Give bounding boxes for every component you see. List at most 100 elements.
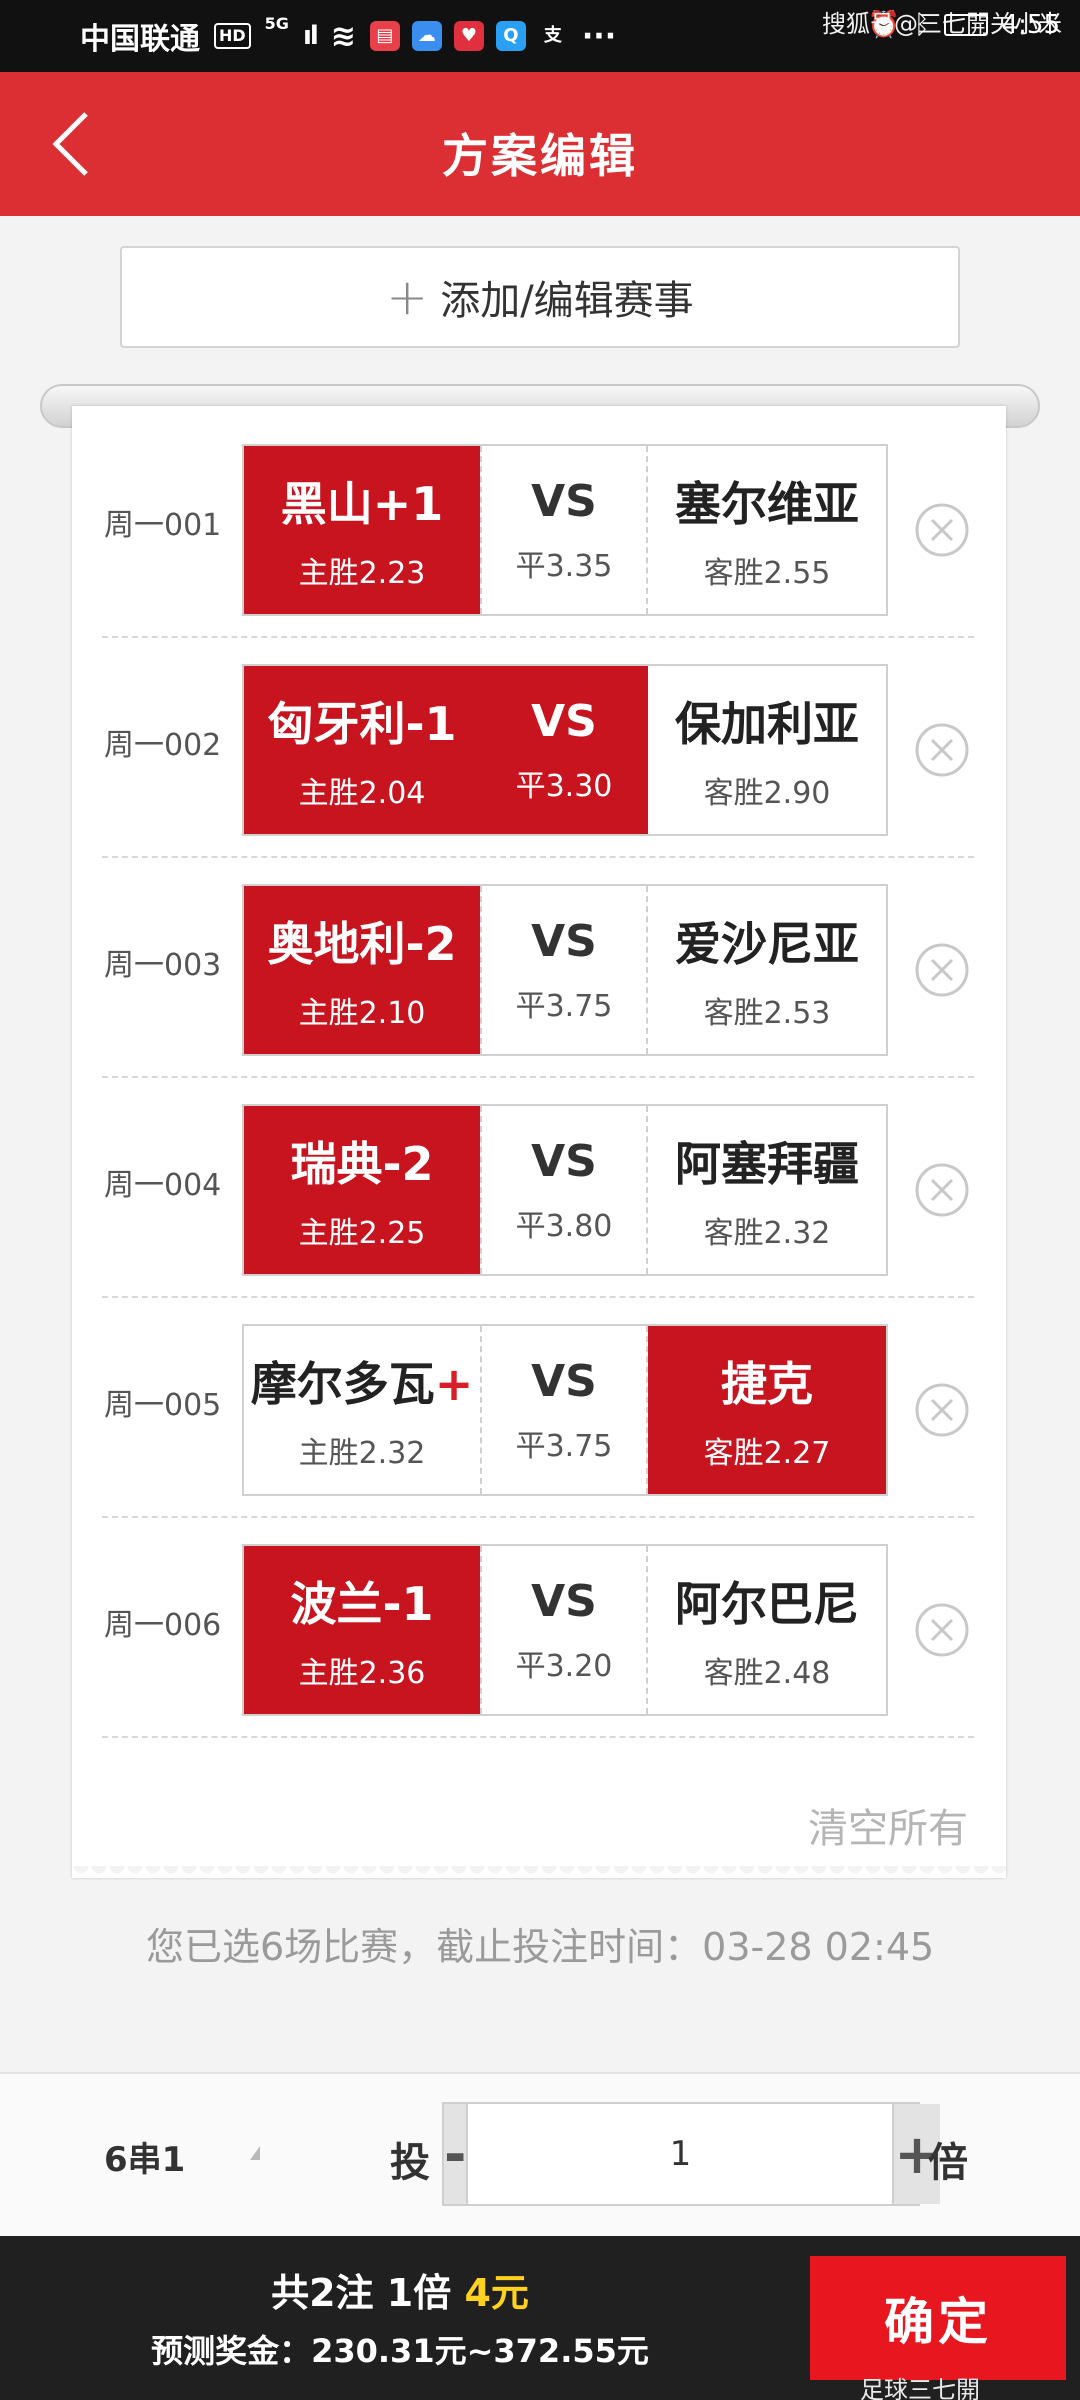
- away-odds: 客胜2.27: [703, 1436, 831, 1471]
- handicap: +: [434, 1357, 474, 1411]
- match-row: 周一006 波兰-1 主胜2.36 VS 平3.20 阿尔巴尼 客胜2.48: [102, 1518, 974, 1738]
- plus-icon: +: [386, 268, 429, 326]
- away-odds: 客胜2.48: [703, 1656, 831, 1691]
- home-win-option[interactable]: 奥地利-2 主胜2.10: [244, 886, 480, 1054]
- home-win-option[interactable]: 瑞典-2 主胜2.25: [244, 1106, 480, 1274]
- cloud-app-icon: ☁: [411, 21, 442, 51]
- vs-label: VS: [531, 1135, 597, 1187]
- draw-option[interactable]: VS 平3.35: [480, 446, 648, 614]
- remove-match-icon[interactable]: [914, 722, 970, 778]
- away-odds: 客胜2.90: [703, 776, 831, 811]
- home-odds: 主胜2.10: [298, 996, 426, 1031]
- carrier-label: 中国联通: [80, 22, 200, 57]
- remove-match-icon[interactable]: [914, 1382, 970, 1438]
- match-number: 周一005: [104, 1388, 222, 1423]
- match-row: 周一003 奥地利-2 主胜2.10 VS 平3.75 爱沙尼亚 客胜2.53: [102, 858, 974, 1078]
- match-row: 周一004 瑞典-2 主胜2.25 VS 平3.80 阿塞拜疆 客胜2.32: [102, 1078, 974, 1298]
- vs-label: VS: [531, 1355, 597, 1407]
- home-team-name: 波兰: [290, 1577, 383, 1631]
- remove-match-icon[interactable]: [914, 502, 970, 558]
- home-team: 摩尔多瓦+: [251, 1348, 474, 1414]
- handicap: -2: [382, 1137, 434, 1191]
- away-team: 爱沙尼亚: [675, 917, 859, 971]
- match-number: 周一002: [104, 728, 222, 763]
- away-win-option[interactable]: 阿塞拜疆客胜2.32: [648, 1106, 886, 1274]
- away-odds: 客胜2.55: [703, 556, 831, 591]
- pass-type-select[interactable]: 6串1: [104, 2132, 185, 2181]
- remove-match-icon[interactable]: [914, 942, 970, 998]
- home-win-option[interactable]: 匈牙利-1 主胜2.04: [244, 666, 480, 834]
- home-team-name: 黑山: [280, 477, 373, 531]
- match-number: 周一006: [104, 1608, 222, 1643]
- handicap: -2: [405, 917, 457, 971]
- home-team: 匈牙利-1: [267, 688, 456, 754]
- add-edit-match-button[interactable]: + 添加/编辑赛事: [120, 246, 960, 348]
- draw-option[interactable]: VS 平3.20: [480, 1546, 648, 1714]
- caret-icon[interactable]: [250, 2146, 260, 2160]
- bet-summary: 共2注 1倍 4元: [0, 2262, 800, 2317]
- away-team: 捷克: [721, 1357, 813, 1411]
- away-win-option[interactable]: 爱沙尼亚客胜2.53: [648, 886, 886, 1054]
- home-win-option[interactable]: 黑山+1 主胜2.23: [244, 446, 480, 614]
- odds-box: 摩尔多瓦+ 主胜2.32 VS 平3.75 捷克 客胜2.27: [242, 1324, 888, 1496]
- draw-odds: 平3.20: [515, 1648, 613, 1684]
- heart-app-icon: ♥: [453, 21, 484, 51]
- prize-estimate: 预测奖金：230.31元~372.55元: [151, 2332, 649, 2370]
- away-win-option[interactable]: 捷克客胜2.27: [648, 1326, 886, 1494]
- multiplier-input[interactable]: [466, 2104, 895, 2204]
- home-team-name: 摩尔多瓦: [250, 1357, 435, 1411]
- away-win-option[interactable]: 保加利亚客胜2.90: [648, 666, 886, 834]
- hd-badge: HD: [214, 23, 251, 49]
- minus-button[interactable]: -: [444, 2104, 467, 2204]
- away-odds: 客胜2.53: [703, 996, 831, 1031]
- home-odds: 主胜2.25: [298, 1216, 426, 1251]
- draw-odds: 平3.75: [515, 1428, 613, 1464]
- book-app-icon: ▤: [369, 21, 400, 51]
- away-win-option[interactable]: 阿尔巴尼客胜2.48: [648, 1546, 886, 1714]
- selection-info: 您已选6场比赛，截止投注时间：03-28 02:45: [146, 1925, 935, 1969]
- draw-option[interactable]: VS 平3.30: [480, 666, 648, 834]
- draw-odds: 平3.30: [515, 768, 613, 804]
- away-odds: 客胜2.32: [703, 1216, 831, 1251]
- draw-odds: 平3.80: [515, 1208, 613, 1244]
- draw-option[interactable]: VS 平3.80: [480, 1106, 648, 1274]
- watermark-top: 搜狐号@三七開关小米: [822, 10, 1062, 38]
- home-team-name: 奥地利: [267, 917, 406, 971]
- status-app-icons: ▤ ☁ ♥ Q 支: [369, 21, 568, 51]
- draw-odds: 平3.35: [515, 548, 613, 584]
- handicap: +1: [372, 477, 444, 531]
- more-icon: ···: [581, 18, 617, 54]
- draw-option[interactable]: VS 平3.75: [480, 886, 648, 1054]
- add-edit-match-label: 添加/编辑赛事: [440, 278, 694, 324]
- vs-label: VS: [531, 915, 597, 967]
- odds-box: 奥地利-2 主胜2.10 VS 平3.75 爱沙尼亚客胜2.53: [242, 884, 888, 1056]
- home-odds: 主胜2.36: [298, 1656, 426, 1691]
- away-team: 保加利亚: [675, 697, 859, 751]
- signal-icon: ıl: [302, 21, 319, 51]
- watermark-bottom: 足球三七開: [860, 2376, 980, 2400]
- home-odds: 主胜2.23: [298, 556, 426, 591]
- home-win-option[interactable]: 波兰-1 主胜2.36: [244, 1546, 480, 1714]
- away-team: 阿塞拜疆: [675, 1137, 859, 1191]
- odds-box: 瑞典-2 主胜2.25 VS 平3.80 阿塞拜疆客胜2.32: [242, 1104, 888, 1276]
- paper-edge: [72, 1866, 1006, 1882]
- home-team: 奥地利-2: [267, 908, 456, 974]
- status-left: 中国联通 HD 5G ıl ≋ ▤ ☁ ♥ Q 支 ···: [80, 14, 616, 58]
- home-odds: 主胜2.04: [298, 776, 426, 811]
- clear-all-button[interactable]: 清空所有: [808, 1796, 968, 1854]
- draw-option[interactable]: VS 平3.75: [480, 1326, 648, 1494]
- match-row: 周一002 匈牙利-1 主胜2.04 VS 平3.30 保加利亚 客胜2.90: [102, 638, 974, 858]
- home-team: 黑山+1: [281, 468, 444, 534]
- remove-match-icon[interactable]: [914, 1162, 970, 1218]
- confirm-button[interactable]: 确定: [810, 2256, 1066, 2380]
- draw-odds: 平3.75: [515, 988, 613, 1024]
- tou-label: 投: [390, 2140, 430, 2186]
- nav-header: 方案编辑: [0, 72, 1080, 216]
- home-team-name: 瑞典: [290, 1137, 383, 1191]
- home-odds: 主胜2.32: [298, 1436, 426, 1471]
- home-win-option[interactable]: 摩尔多瓦+ 主胜2.32: [244, 1326, 480, 1494]
- away-win-option[interactable]: 塞尔维亚客胜2.55: [648, 446, 886, 614]
- remove-match-icon[interactable]: [914, 1602, 970, 1658]
- away-team: 阿尔巴尼: [675, 1577, 859, 1631]
- away-team: 塞尔维亚: [675, 477, 859, 531]
